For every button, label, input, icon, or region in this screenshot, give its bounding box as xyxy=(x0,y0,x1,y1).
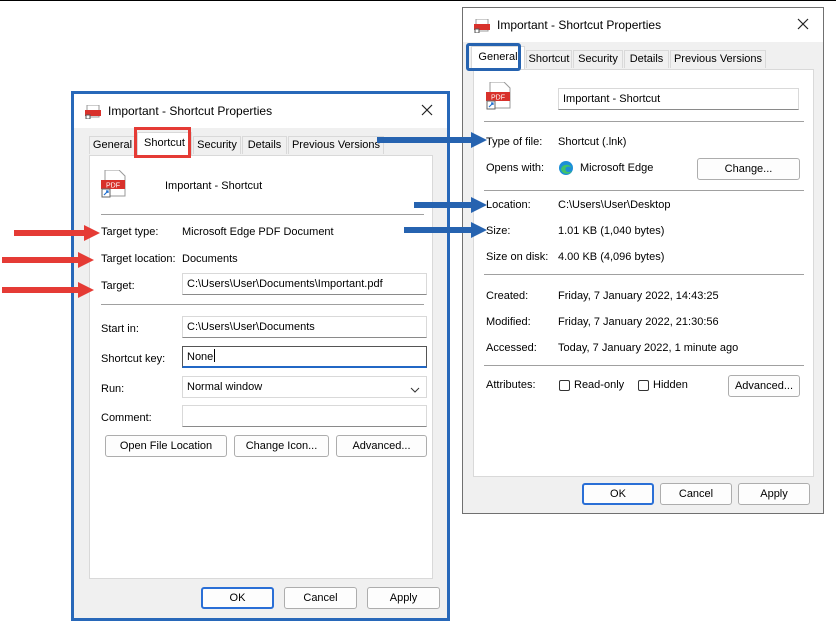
shortcut-tab-highlight xyxy=(134,127,191,158)
modified-label: Modified: xyxy=(486,316,531,328)
change-icon-button[interactable]: Change Icon... xyxy=(234,435,329,457)
created-value: Friday, 7 January 2022, 14:43:25 xyxy=(558,290,719,302)
target-type-label: Target type: xyxy=(101,226,159,238)
target-type-value: Microsoft Edge PDF Document xyxy=(182,226,334,238)
start-in-input[interactable]: C:\Users\User\Documents xyxy=(182,316,427,338)
size-on-disk-value: 4.00 KB (4,096 bytes) xyxy=(558,251,665,263)
pdf-file-icon xyxy=(85,104,101,122)
ok-button[interactable]: OK xyxy=(582,483,654,505)
pdf-shortcut-large-icon: PDF xyxy=(486,81,512,113)
pdf-file-icon xyxy=(474,18,490,36)
title-bar: Important - Shortcut Properties xyxy=(74,94,447,128)
advanced-button[interactable]: Advanced... xyxy=(336,435,427,457)
shortcut-properties-dialog-general-tab: Important - Shortcut Properties General … xyxy=(462,7,824,514)
window-title: Important - Shortcut Properties xyxy=(497,18,662,32)
tab-general[interactable]: General xyxy=(89,136,136,154)
target-label: Target: xyxy=(101,280,135,292)
comment-label: Comment: xyxy=(101,412,152,424)
hidden-label: Hidden xyxy=(653,379,688,391)
run-label: Run: xyxy=(101,383,125,395)
divider xyxy=(101,304,424,305)
close-icon xyxy=(797,18,809,30)
cancel-button[interactable]: Cancel xyxy=(660,483,732,505)
open-file-location-button[interactable]: Open File Location xyxy=(105,435,227,457)
tab-details[interactable]: Details xyxy=(242,136,287,154)
pdf-icon-text: PDF xyxy=(106,183,120,190)
tab-previous-versions[interactable]: Previous Versions xyxy=(288,136,384,154)
target-location-label: Target location: xyxy=(101,253,176,265)
run-select-value: Normal window xyxy=(187,381,263,393)
pdf-shortcut-large-icon: PDF xyxy=(101,169,127,201)
cancel-button[interactable]: Cancel xyxy=(284,587,357,609)
target-location-value: Documents xyxy=(182,253,238,265)
pdf-icon-text: PDF xyxy=(491,95,505,102)
tab-shortcut[interactable]: Shortcut xyxy=(526,50,572,68)
run-select[interactable]: Normal window xyxy=(182,376,427,398)
tab-panel: PDF Important - Shortcut Type of file: S… xyxy=(473,69,814,477)
tab-security[interactable]: Security xyxy=(193,136,241,154)
tab-previous-versions[interactable]: Previous Versions xyxy=(670,50,766,68)
divider xyxy=(484,274,804,275)
accessed-label: Accessed: xyxy=(486,342,537,354)
tab-details[interactable]: Details xyxy=(624,50,669,68)
type-of-file-value: Shortcut (.lnk) xyxy=(558,136,627,148)
modified-value: Friday, 7 January 2022, 21:30:56 xyxy=(558,316,719,328)
size-on-disk-label: Size on disk: xyxy=(486,251,549,263)
read-only-label: Read-only xyxy=(574,379,625,391)
text-caret xyxy=(214,349,216,362)
read-only-checkbox[interactable] xyxy=(559,380,570,391)
opens-with-label: Opens with: xyxy=(486,162,545,174)
shortcut-key-label: Shortcut key: xyxy=(101,353,166,365)
opens-with-value: Microsoft Edge xyxy=(580,162,654,174)
red-arrow-icon xyxy=(2,282,94,298)
edge-icon xyxy=(558,160,574,179)
attributes-label: Attributes: xyxy=(486,379,536,391)
divider xyxy=(101,214,424,215)
ok-button[interactable]: OK xyxy=(201,587,274,609)
shortcut-key-value: None xyxy=(187,351,214,363)
tab-security[interactable]: Security xyxy=(573,50,623,68)
divider xyxy=(484,190,804,191)
red-arrow-icon xyxy=(14,225,100,241)
divider xyxy=(484,121,804,122)
type-of-file-label: Type of file: xyxy=(486,136,543,148)
blue-arrow-icon xyxy=(404,222,487,238)
file-name-input[interactable]: Important - Shortcut xyxy=(558,88,799,110)
blue-arrow-icon xyxy=(377,132,487,148)
apply-button[interactable]: Apply xyxy=(738,483,810,505)
apply-button[interactable]: Apply xyxy=(367,587,440,609)
title-bar: Important - Shortcut Properties xyxy=(463,8,823,42)
size-label: Size: xyxy=(486,225,511,237)
close-button[interactable] xyxy=(415,98,439,122)
created-label: Created: xyxy=(486,290,529,302)
divider xyxy=(484,365,804,366)
hidden-checkbox[interactable] xyxy=(638,380,649,391)
accessed-value: Today, 7 January 2022, 1 minute ago xyxy=(558,342,739,354)
close-button[interactable] xyxy=(791,12,815,36)
blue-arrow-icon xyxy=(414,197,487,213)
top-rule xyxy=(0,0,836,1)
chevron-down-icon xyxy=(410,382,420,397)
shortcut-key-input[interactable]: None xyxy=(182,346,427,368)
start-in-label: Start in: xyxy=(101,323,139,335)
target-input[interactable]: C:\Users\User\Documents\Important.pdf xyxy=(182,273,427,295)
advanced-button[interactable]: Advanced... xyxy=(728,375,800,397)
size-value: 1.01 KB (1,040 bytes) xyxy=(558,225,665,237)
file-name-text: Important - Shortcut xyxy=(165,180,263,192)
close-icon xyxy=(421,104,433,116)
comment-input[interactable] xyxy=(182,405,427,427)
general-tab-highlight xyxy=(466,43,521,71)
window-title: Important - Shortcut Properties xyxy=(108,104,273,118)
red-arrow-icon xyxy=(2,252,94,268)
tab-panel: PDF Important - Shortcut Target type: Mi… xyxy=(89,155,433,579)
location-label: Location: xyxy=(486,199,531,211)
change-button[interactable]: Change... xyxy=(697,158,800,180)
location-value: C:\Users\User\Desktop xyxy=(558,199,671,211)
shortcut-properties-dialog-shortcut-tab: Important - Shortcut Properties General … xyxy=(71,91,450,621)
